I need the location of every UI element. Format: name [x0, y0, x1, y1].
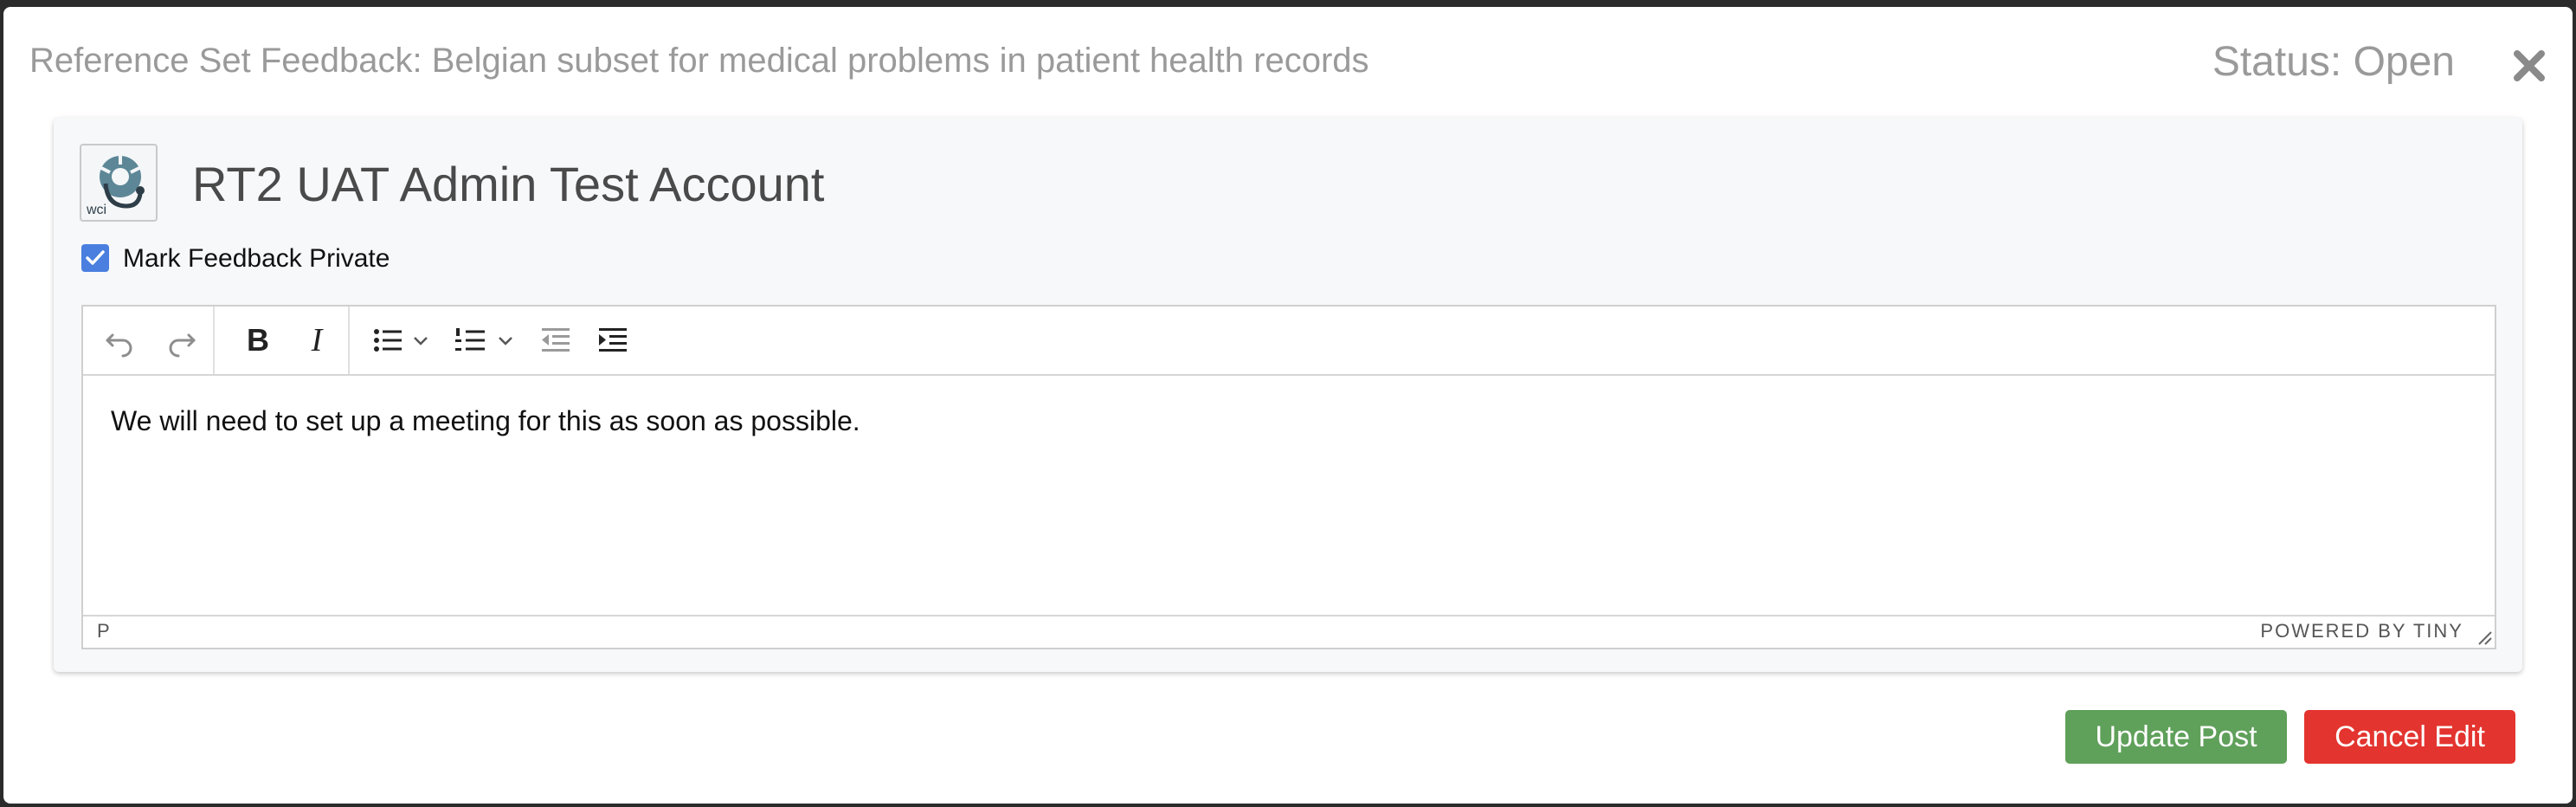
modal-title: Reference Set Feedback: Belgian subset f… — [29, 42, 1369, 80]
chevron-down-icon[interactable] — [407, 320, 435, 361]
numbered-list-icon[interactable] — [450, 320, 492, 361]
account-name: RT2 UAT Admin Test Account — [192, 157, 825, 211]
redo-icon[interactable] — [161, 320, 203, 361]
resize-handle-icon[interactable] — [2474, 627, 2493, 646]
indent-icon[interactable] — [592, 320, 634, 361]
undo-icon[interactable] — [99, 320, 140, 361]
avatar-text: WCI — [87, 203, 107, 217]
rich-text-editor: B I We will need to set up a meeting for… — [81, 305, 2496, 649]
element-path[interactable]: P — [97, 620, 110, 642]
toolbar-separator — [213, 307, 215, 374]
editor-statusbar: P POWERED BY TINY — [83, 615, 2495, 648]
status-label: Status: Open — [2212, 39, 2455, 85]
avatar: WCI — [80, 144, 158, 222]
editor-branding-link[interactable]: POWERED BY TINY — [2260, 620, 2463, 642]
bold-icon[interactable]: B — [237, 320, 279, 361]
mark-private-label[interactable]: Mark Feedback Private — [123, 244, 390, 274]
editor-content-area[interactable]: We will need to set up a meeting for thi… — [83, 374, 2495, 617]
post-panel: WCI RT2 UAT Admin Test Account Mark Feed… — [54, 118, 2522, 672]
chevron-down-icon[interactable] — [492, 320, 519, 361]
editor-content[interactable]: We will need to set up a meeting for thi… — [111, 405, 860, 437]
outdent-icon[interactable] — [535, 320, 576, 361]
check-icon — [86, 250, 105, 265]
cancel-edit-button[interactable]: Cancel Edit — [2304, 710, 2515, 764]
close-icon[interactable] — [2508, 45, 2550, 87]
italic-icon[interactable]: I — [296, 320, 338, 361]
bullet-list-icon[interactable] — [367, 320, 409, 361]
mark-private-checkbox[interactable] — [81, 244, 109, 272]
feedback-edit-modal: Reference Set Feedback: Belgian subset f… — [3, 7, 2573, 804]
update-post-button[interactable]: Update Post — [2065, 710, 2287, 764]
editor-toolbar: B I — [83, 307, 2495, 376]
toolbar-separator — [348, 307, 350, 374]
